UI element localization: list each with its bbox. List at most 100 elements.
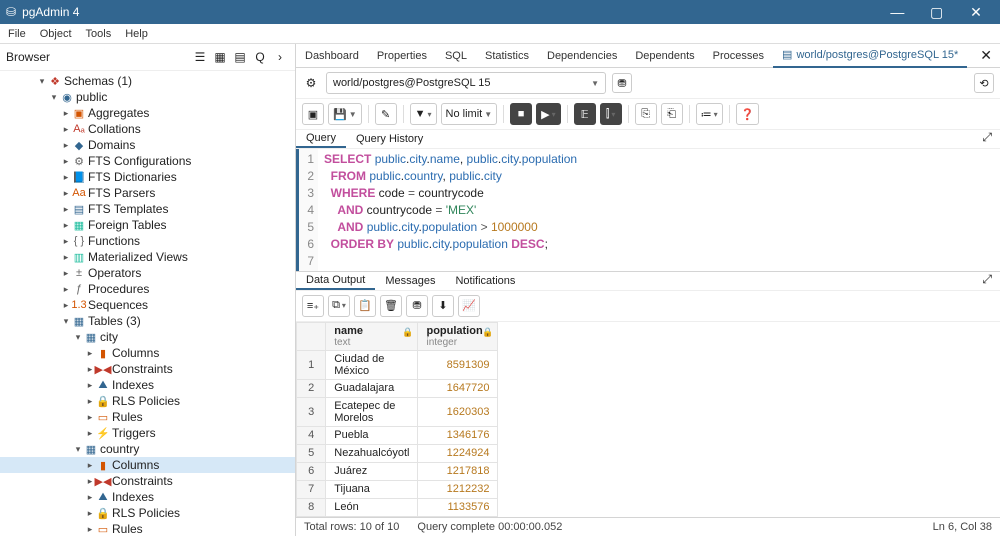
twisty-icon[interactable]: ▸ <box>84 492 96 503</box>
table-row[interactable]: 8León1133576 <box>297 498 498 516</box>
twisty-icon[interactable]: ▸ <box>60 124 72 135</box>
table-row[interactable]: 5Nezahualcóyotl1224924 <box>297 444 498 462</box>
tree-node[interactable]: ▸⛰Indexes <box>0 377 295 393</box>
tree-node[interactable]: ▸📘FTS Dictionaries <box>0 169 295 185</box>
twisty-icon[interactable]: ▸ <box>60 172 72 183</box>
twisty-icon[interactable]: ▸ <box>84 428 96 439</box>
download-button[interactable]: ⬇ <box>432 295 454 317</box>
tree-node[interactable]: ▾▦city <box>0 329 295 345</box>
twisty-icon[interactable]: ▸ <box>60 284 72 295</box>
browser-tool-icon[interactable]: ▦ <box>211 48 229 66</box>
outtab-notifications[interactable]: Notifications <box>445 272 525 290</box>
connection-select[interactable]: world/postgres@PostgreSQL 15 ▼ <box>326 72 606 94</box>
tree-node[interactable]: ▾❖Schemas (1) <box>0 73 295 89</box>
tree-node[interactable]: ▸±Operators <box>0 265 295 281</box>
open-file-button[interactable]: ▣ <box>302 103 324 125</box>
table-row[interactable]: 6Juárez1217818 <box>297 462 498 480</box>
tree-node[interactable]: ▸▦Foreign Tables <box>0 217 295 233</box>
close-tab-button[interactable]: ✕ <box>972 47 1000 64</box>
twisty-icon[interactable]: ▸ <box>60 236 72 247</box>
limit-select[interactable]: No limit▼ <box>441 103 498 125</box>
graph-button[interactable]: 📈 <box>458 295 480 317</box>
twisty-icon[interactable]: ▸ <box>84 412 96 423</box>
twisty-icon[interactable]: ▾ <box>60 316 72 327</box>
close-button[interactable]: ✕ <box>958 4 994 21</box>
subtab-query-history[interactable]: Query History <box>346 130 433 148</box>
tree-node[interactable]: ▸▮Columns <box>0 345 295 361</box>
tree-node[interactable]: ▸1.3Sequences <box>0 297 295 313</box>
tab-dashboard[interactable]: Dashboard <box>296 44 368 68</box>
stop-button[interactable]: ■ <box>510 103 532 125</box>
filter-button[interactable]: ▼▾ <box>410 103 437 125</box>
connection-db-button[interactable]: ⛃ <box>612 73 632 93</box>
outtab-data-output[interactable]: Data Output <box>296 272 375 290</box>
tree-node[interactable]: ▸▭Rules <box>0 521 295 536</box>
table-row[interactable]: 1Ciudad de México8591309 <box>297 350 498 379</box>
execute-button[interactable]: ▶▾ <box>536 103 560 125</box>
commit-button[interactable]: ⎘ <box>635 103 657 125</box>
browser-search-icon[interactable]: Q <box>251 48 269 66</box>
twisty-icon[interactable]: ▸ <box>60 252 72 263</box>
table-row[interactable]: 4Puebla1346176 <box>297 426 498 444</box>
menu-file[interactable]: File <box>8 28 26 40</box>
tree-node[interactable]: ▸🔒RLS Policies <box>0 393 295 409</box>
twisty-icon[interactable]: ▸ <box>84 460 96 471</box>
tree-node[interactable]: ▸▤FTS Templates <box>0 201 295 217</box>
edit-button[interactable]: ✎ <box>375 103 397 125</box>
twisty-icon[interactable]: ▾ <box>72 332 84 343</box>
browser-tool-icon[interactable]: ☰ <box>191 48 209 66</box>
tree-node[interactable]: ▸▶◀Constraints <box>0 473 295 489</box>
twisty-icon[interactable]: ▸ <box>60 300 72 311</box>
tree-node[interactable]: ▸▭Rules <box>0 409 295 425</box>
explain-button[interactable]: 𝔼 <box>574 103 596 125</box>
explain-analyze-button[interactable]: ⫿▾ <box>600 103 622 125</box>
tree-node[interactable]: ▸🔒RLS Policies <box>0 505 295 521</box>
menu-help[interactable]: Help <box>125 28 148 40</box>
table-row[interactable]: 3Ecatepec de Morelos1620303 <box>297 397 498 426</box>
tab-statistics[interactable]: Statistics <box>476 44 538 68</box>
twisty-icon[interactable]: ▸ <box>60 220 72 231</box>
tree-node[interactable]: ▸▣Aggregates <box>0 105 295 121</box>
tree-node[interactable]: ▸⚙FTS Configurations <box>0 153 295 169</box>
save-data-button[interactable]: ⛃ <box>406 295 428 317</box>
tab-properties[interactable]: Properties <box>368 44 436 68</box>
twisty-icon[interactable]: ▾ <box>48 92 60 103</box>
tree-node[interactable]: ▸⛰Indexes <box>0 489 295 505</box>
twisty-icon[interactable]: ▾ <box>72 444 84 455</box>
macros-button[interactable]: ≔▾ <box>696 103 723 125</box>
tab-query-tool[interactable]: ▤world/postgres@PostgreSQL 15* <box>773 44 967 68</box>
table-row[interactable]: 7Tijuana1212232 <box>297 480 498 498</box>
table-row[interactable]: 2Guadalajara1647720 <box>297 379 498 397</box>
twisty-icon[interactable]: ▸ <box>60 204 72 215</box>
outtab-messages[interactable]: Messages <box>375 272 445 290</box>
delete-button[interactable]: 🗑 <box>380 295 402 317</box>
browser-tool-chevron[interactable]: › <box>271 48 289 66</box>
twisty-icon[interactable]: ▸ <box>60 108 72 119</box>
twisty-icon[interactable]: ▸ <box>60 268 72 279</box>
twisty-icon[interactable]: ▸ <box>84 380 96 391</box>
object-tree[interactable]: ▾❖Schemas (1)▾◉public▸▣Aggregates▸AₐColl… <box>0 71 295 536</box>
tab-dependencies[interactable]: Dependencies <box>538 44 626 68</box>
browser-tool-icon[interactable]: ▤ <box>231 48 249 66</box>
twisty-icon[interactable]: ▸ <box>84 524 96 535</box>
paste-button[interactable]: 📋 <box>354 295 376 317</box>
tree-node[interactable]: ▸⚡Triggers <box>0 425 295 441</box>
add-row-button[interactable]: ≡₊ <box>302 295 324 317</box>
twisty-icon[interactable]: ▾ <box>36 76 48 87</box>
reset-layout-button[interactable]: ⟲ <box>974 73 994 93</box>
menu-tools[interactable]: Tools <box>86 28 112 40</box>
menu-object[interactable]: Object <box>40 28 72 40</box>
tab-processes[interactable]: Processes <box>704 44 773 68</box>
tab-dependents[interactable]: Dependents <box>626 44 703 68</box>
expand-output-button[interactable]: ⤢ <box>974 272 1000 290</box>
tree-node[interactable]: ▸▮Columns <box>0 457 295 473</box>
tree-node[interactable]: ▸AaFTS Parsers <box>0 185 295 201</box>
minimize-button[interactable]: — <box>879 4 915 20</box>
results-grid[interactable]: name🔒textpopulation🔒integer1Ciudad de Mé… <box>296 322 1000 518</box>
expand-editor-button[interactable]: ⤢ <box>974 130 1000 148</box>
twisty-icon[interactable]: ▸ <box>60 140 72 151</box>
twisty-icon[interactable]: ▸ <box>84 508 96 519</box>
tab-sql[interactable]: SQL <box>436 44 476 68</box>
tree-node[interactable]: ▸ƒProcedures <box>0 281 295 297</box>
twisty-icon[interactable]: ▸ <box>60 188 72 199</box>
